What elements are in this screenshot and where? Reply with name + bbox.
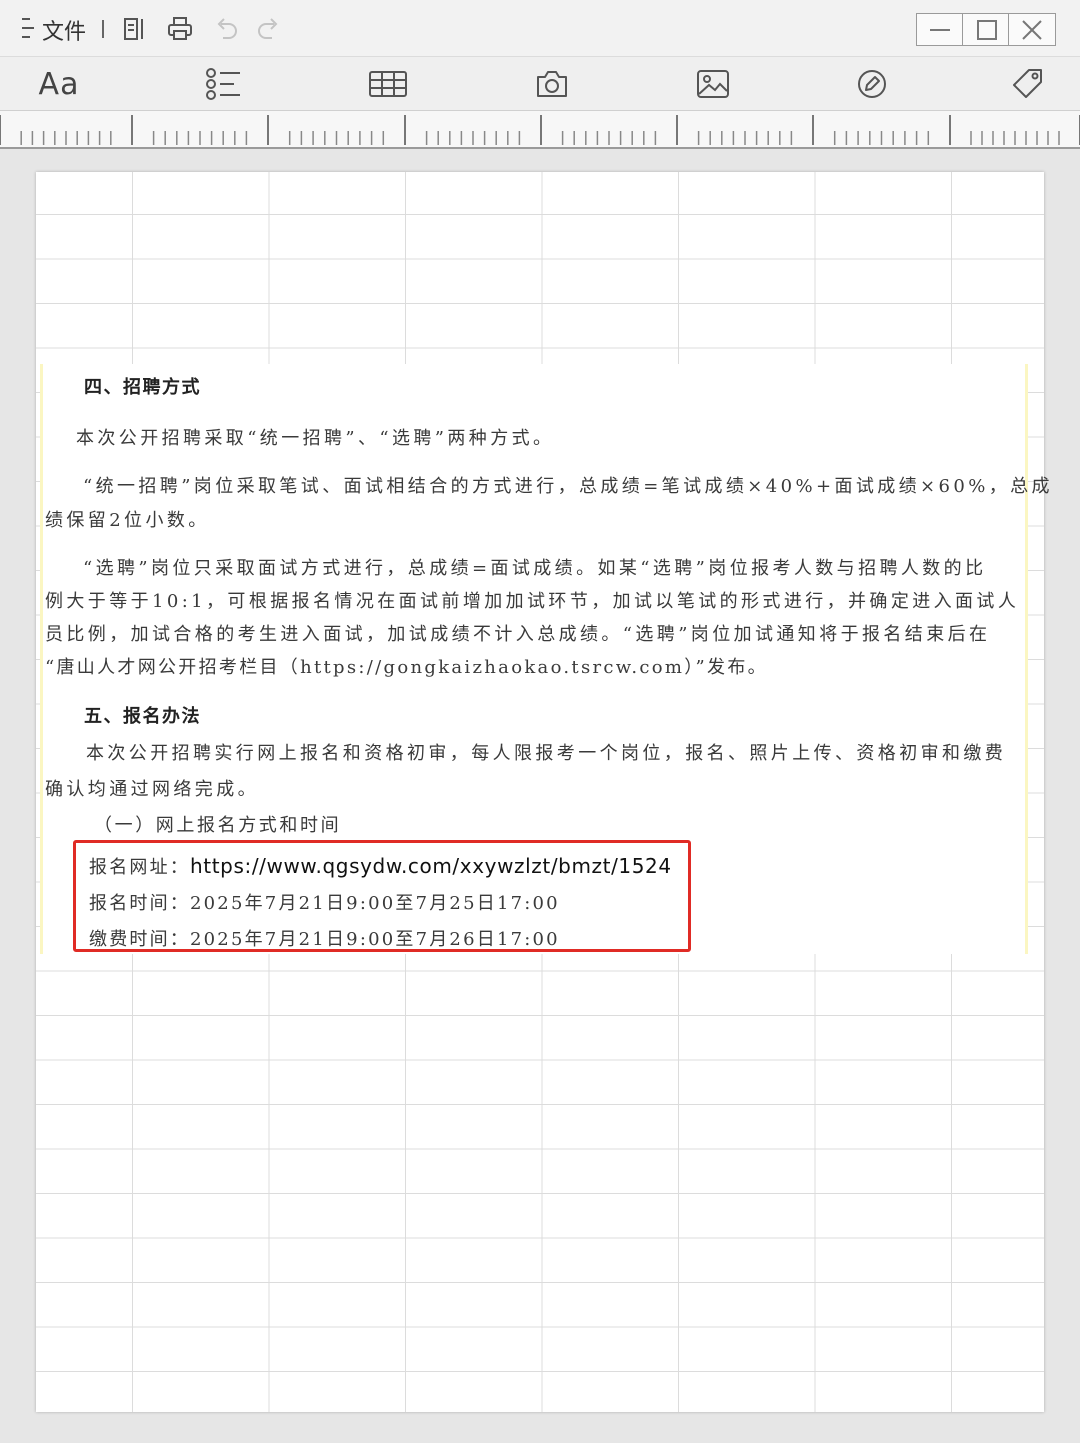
title-bar: 文件 (0, 0, 1080, 56)
pen-icon[interactable] (855, 65, 889, 103)
registration-url-row: 报名网址：https://www.qgsydw.com/xxywzlzt/bmz… (89, 853, 672, 879)
outline-icon[interactable] (122, 16, 148, 42)
paragraph-line: 本次公开招聘实行网上报名和资格初审，每人限报考一个岗位，报名、照片上传、资格初审… (86, 743, 1007, 764)
print-icon[interactable] (167, 16, 193, 42)
paragraph-line: “选聘”岗位只采取面试方式进行，总成绩=面试成绩。如某“选聘”岗位报考人数与招聘… (83, 558, 987, 579)
close-icon[interactable] (1009, 14, 1055, 45)
highlight-box: 报名网址：https://www.qgsydw.com/xxywzlzt/bmz… (73, 840, 691, 952)
paragraph-line: 确认均通过网络完成。 (45, 779, 259, 800)
paragraph: 本次公开招聘采取“统一招聘”、“选聘”两种方式。 (76, 428, 555, 449)
toolbar: Aa (0, 56, 1080, 111)
paragraph-line: 例大于等于10:1，可根据报名情况在面试前增加加试环节，加试以笔试的形式进行，并… (45, 591, 1020, 612)
section-heading-registration: 五、报名办法 (84, 706, 201, 727)
redo-icon[interactable] (256, 16, 282, 42)
list-icon[interactable] (204, 65, 242, 103)
camera-icon[interactable] (534, 65, 570, 103)
table-icon[interactable] (368, 65, 408, 103)
paragraph-line: “唐山人才网公开招考栏目（https://gongkaizhaokao.tsrc… (45, 657, 768, 678)
maximize-icon[interactable] (963, 14, 1009, 45)
image-icon[interactable] (695, 65, 731, 103)
section-heading-recruitment-method: 四、招聘方式 (84, 377, 201, 398)
paragraph-line: 员比例，加试合格的考生进入面试，加试成绩不计入总成绩。“选聘”岗位加试通知将于报… (45, 624, 991, 645)
registration-time: 报名时间：2025年7月21日9:00至7月25日17:00 (89, 893, 560, 914)
ruler (0, 110, 1080, 149)
pasted-document-image: 四、招聘方式 本次公开招聘采取“统一招聘”、“选聘”两种方式。 “统一招聘”岗位… (40, 364, 1050, 954)
font-style-button[interactable]: Aa (36, 65, 82, 103)
ruler-ticks (0, 115, 1080, 145)
subsection-heading: （一）网上报名方式和时间 (94, 815, 342, 836)
registration-url-link[interactable]: https://www.qgsydw.com/xxywzlzt/bmzt/152… (190, 854, 672, 878)
paragraph-line: “统一招聘”岗位采取笔试、面试相结合的方式进行，总成绩=笔试成绩×40%+面试成… (83, 476, 1053, 497)
undo-icon[interactable] (213, 16, 239, 42)
window-controls (916, 13, 1056, 46)
tag-icon[interactable] (1010, 65, 1046, 103)
paragraph-line: 绩保留2位小数。 (45, 510, 210, 531)
minimize-icon[interactable] (917, 14, 963, 45)
registration-url-label: 报名网址： (89, 857, 190, 878)
divider (102, 20, 104, 38)
menu-icon[interactable] (22, 17, 36, 39)
payment-time: 缴费时间：2025年7月21日9:00至7月26日17:00 (89, 929, 560, 950)
file-menu[interactable]: 文件 (42, 14, 86, 46)
